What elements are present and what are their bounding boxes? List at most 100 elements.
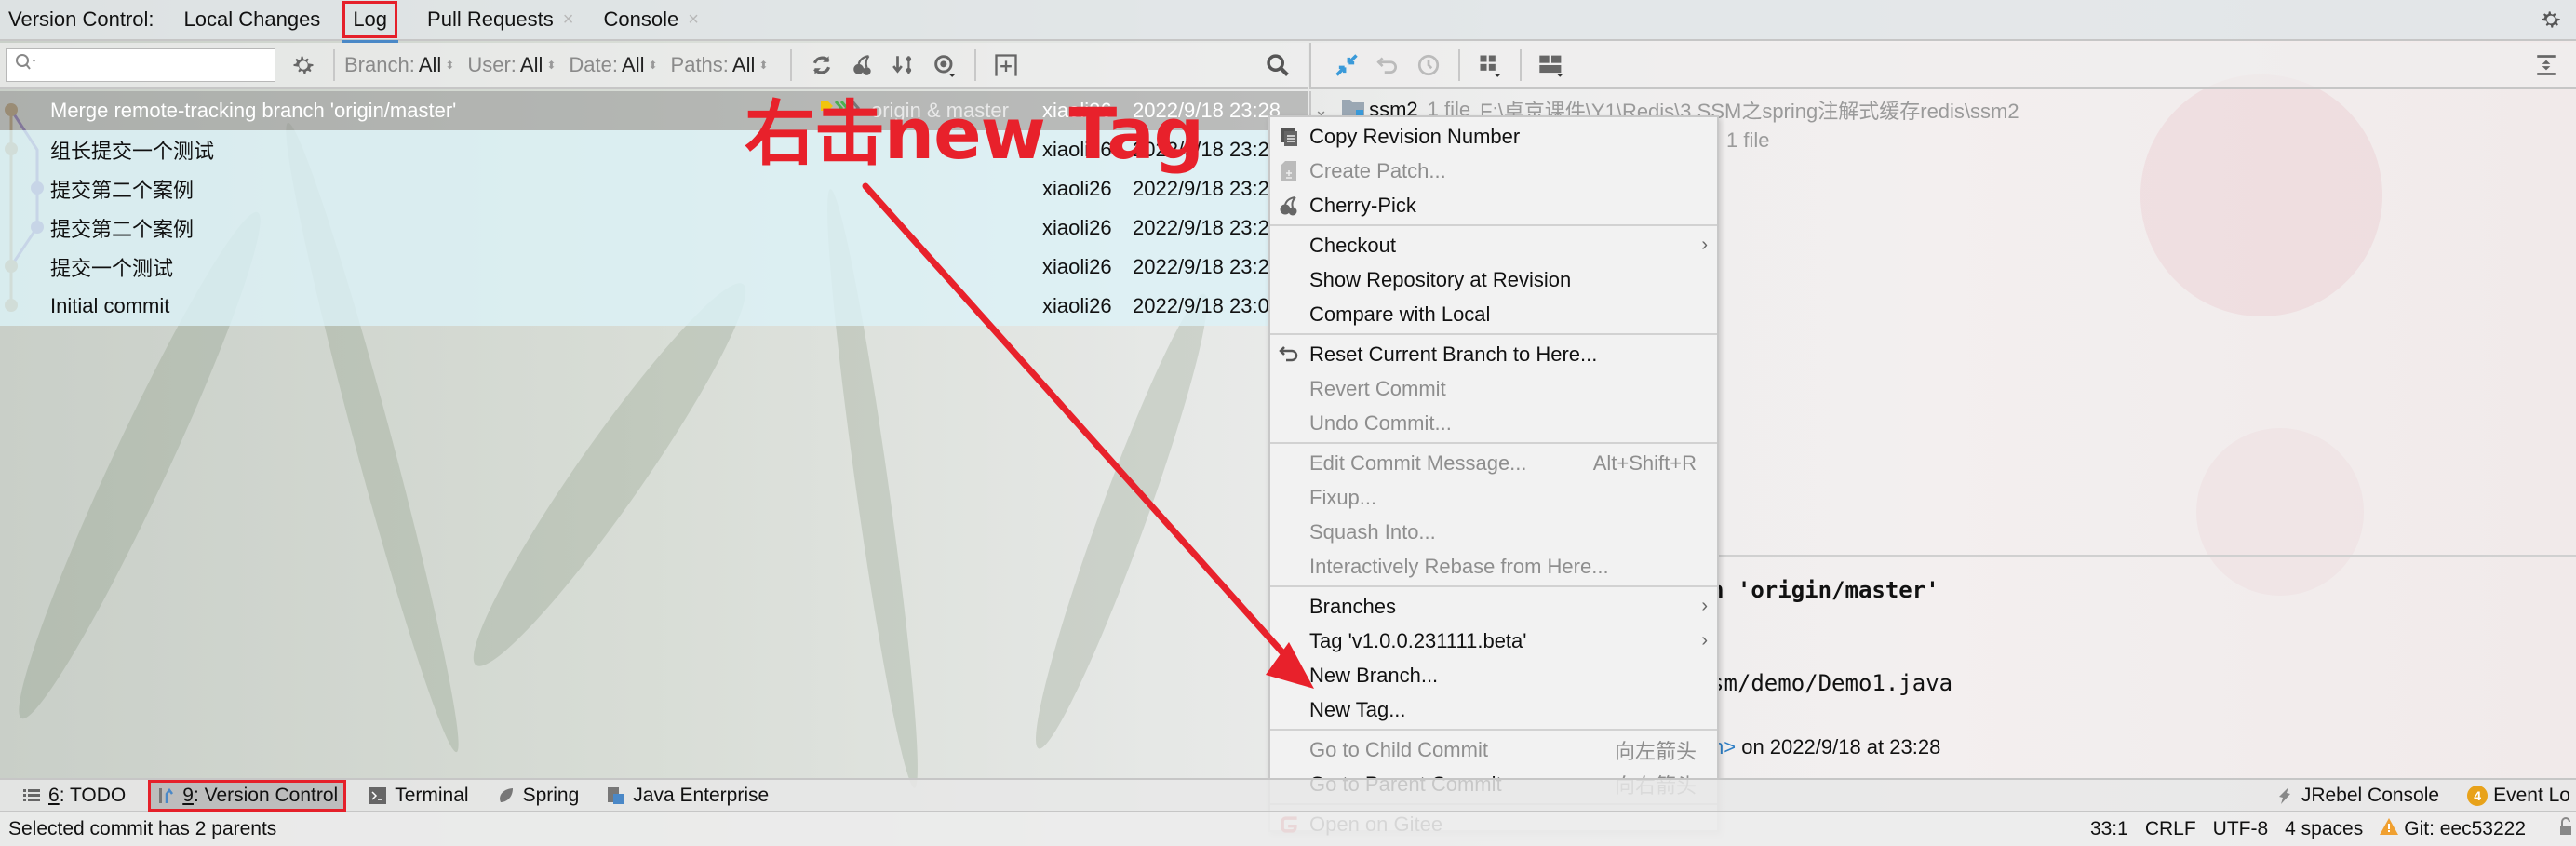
- menu-item-label: Fixup...: [1309, 485, 1377, 509]
- mnemonic: 9: [182, 784, 194, 806]
- branch-filter[interactable]: Branch: All ⬍: [344, 53, 454, 77]
- commit-message: 提交一个测试: [50, 257, 174, 280]
- menu-item-interactively-rebase[interactable]: Interactively Rebase from Here...: [1270, 549, 1717, 584]
- filter-label: Date:: [569, 53, 619, 76]
- patch-icon: [1278, 160, 1300, 182]
- tab-local-changes[interactable]: Local Changes: [184, 7, 321, 32]
- search-icon[interactable]: [1263, 50, 1293, 80]
- annotation-label: 右击new Tag: [745, 92, 1204, 175]
- tab-pull-requests[interactable]: Pull Requests ×: [427, 7, 573, 32]
- tool-button-java-enterprise[interactable]: Java Enterprise: [601, 783, 774, 809]
- commit-row[interactable]: 提交第二个案例 xiaoli26 2022/9/18 23:28: [0, 208, 1308, 248]
- tree-node-count: 1 file: [1726, 128, 1770, 152]
- tool-button-todo[interactable]: 6 : TODO: [17, 783, 131, 809]
- menu-item-create-patch[interactable]: Create Patch...: [1270, 154, 1717, 188]
- commit-date: 2022/9/18 23:28: [1133, 216, 1281, 239]
- menu-item-go-to-child-commit[interactable]: Go to Child Commit 向左箭头: [1270, 732, 1717, 767]
- filter-value: All: [622, 53, 645, 76]
- menu-item-label: New Branch...: [1309, 663, 1439, 687]
- commit-message: Merge remote-tracking branch 'origin/mas…: [50, 99, 457, 122]
- layout-icon[interactable]: [1536, 50, 1566, 80]
- submenu-arrow-icon: ›: [1701, 630, 1708, 651]
- commit-author: xiaoli26: [1042, 294, 1112, 317]
- sort-icon[interactable]: [889, 50, 919, 80]
- close-icon[interactable]: ×: [688, 9, 699, 31]
- tool-button-label: Event Lo: [2493, 784, 2570, 806]
- menu-item-squash-into[interactable]: Squash Into...: [1270, 515, 1717, 549]
- open-new-tab-icon[interactable]: [991, 50, 1021, 80]
- tool-button-event-log[interactable]: 4 Event Lo: [2462, 783, 2576, 809]
- paths-filter[interactable]: Paths: All ⬍: [671, 53, 769, 77]
- log-search-input[interactable]: [6, 48, 275, 82]
- revert-icon[interactable]: [1373, 50, 1402, 80]
- commit-author: xiaoli26: [1042, 177, 1112, 200]
- line-separator[interactable]: CRLF: [2145, 818, 2196, 840]
- indent-setting[interactable]: 4 spaces: [2285, 818, 2363, 840]
- settings-gear-icon[interactable]: [288, 50, 318, 80]
- tool-button-version-control[interactable]: 9 : Version Control: [148, 779, 347, 812]
- date-filter[interactable]: Date: All ⬍: [569, 53, 657, 77]
- menu-item-compare-with-local[interactable]: Compare with Local: [1270, 297, 1717, 331]
- status-bar: Selected commit has 2 parents 33:1 CRLF …: [0, 812, 2576, 846]
- spinner-icon: ⬍: [445, 59, 455, 72]
- menu-item-shortcut: Alt+Shift+R: [1592, 450, 1697, 475]
- tool-button-spring[interactable]: Spring: [491, 783, 585, 809]
- lock-icon[interactable]: [2559, 817, 2572, 841]
- menu-item-label: Undo Commit...: [1309, 410, 1452, 435]
- undo-icon: [1278, 343, 1300, 366]
- menu-item-new-tag[interactable]: New Tag...: [1270, 692, 1717, 727]
- tool-button-label: : Version Control: [193, 784, 339, 806]
- tool-button-jrebel-console[interactable]: JRebel Console: [2270, 783, 2445, 809]
- menu-item-revert-commit[interactable]: Revert Commit: [1270, 371, 1717, 406]
- menu-item-label: Squash Into...: [1309, 519, 1436, 544]
- tool-button-terminal[interactable]: Terminal: [363, 783, 474, 809]
- tab-log[interactable]: Log: [342, 1, 398, 43]
- tab-console[interactable]: Console ×: [603, 7, 698, 32]
- history-icon[interactable]: [1414, 50, 1443, 80]
- cherry-pick-icon[interactable]: [848, 50, 878, 80]
- commit-row[interactable]: 提交一个测试 xiaoli26 2022/9/18 23:28: [0, 248, 1308, 287]
- details-divider: [1717, 555, 2576, 557]
- close-icon[interactable]: ×: [563, 9, 574, 31]
- tool-strip-right: JRebel Console 4 Event Lo: [2253, 780, 2576, 811]
- menu-item-cherry-pick[interactable]: Cherry-Pick: [1270, 188, 1717, 222]
- menu-item-label: New Tag...: [1309, 697, 1406, 721]
- menu-item-copy-revision-number[interactable]: Copy Revision Number: [1270, 119, 1717, 154]
- menu-item-edit-commit-message[interactable]: Edit Commit Message... Alt+Shift+R: [1270, 446, 1717, 480]
- refresh-icon[interactable]: [807, 50, 837, 80]
- menu-item-fixup[interactable]: Fixup...: [1270, 480, 1717, 515]
- menu-item-show-repository-at-revision[interactable]: Show Repository at Revision: [1270, 262, 1717, 297]
- eye-icon[interactable]: [930, 50, 959, 80]
- menu-item-tag-submenu[interactable]: Tag 'v1.0.0.231111.beta' ›: [1270, 624, 1717, 658]
- commit-row[interactable]: 提交第二个案例 xiaoli26 2022/9/18 23:28: [0, 169, 1308, 208]
- expand-collapse-icon[interactable]: [2531, 50, 2561, 80]
- commit-row[interactable]: Initial commit xiaoli26 2022/9/18 23:0: [0, 287, 1308, 326]
- filter-label: Paths:: [670, 53, 729, 76]
- event-count-badge: 4: [2467, 785, 2489, 806]
- menu-item-undo-commit[interactable]: Undo Commit...: [1270, 406, 1717, 440]
- git-branch-widget[interactable]: Git: eec53222: [2380, 818, 2542, 840]
- mnemonic: 6: [48, 784, 60, 806]
- user-filter[interactable]: User: All ⬍: [467, 53, 556, 77]
- tool-button-label: : TODO: [59, 784, 127, 806]
- filter-value: All: [418, 53, 442, 76]
- toolbar-separator: [1520, 49, 1522, 81]
- gear-icon[interactable]: [2539, 7, 2563, 32]
- group-by-icon[interactable]: [1475, 50, 1505, 80]
- menu-item-new-branch[interactable]: New Branch...: [1270, 658, 1717, 692]
- file-encoding[interactable]: UTF-8: [2213, 818, 2269, 840]
- caret-position[interactable]: 33:1: [2090, 818, 2128, 840]
- collapse-arrows-icon[interactable]: [1332, 50, 1362, 80]
- menu-item-checkout[interactable]: Checkout ›: [1270, 228, 1717, 262]
- spinner-icon: ⬍: [648, 59, 658, 72]
- menu-item-branches[interactable]: Branches ›: [1270, 589, 1717, 624]
- menu-separator: [1270, 333, 1717, 335]
- menu-item-label: Checkout: [1309, 233, 1396, 257]
- menu-item-label: Create Patch...: [1309, 158, 1446, 182]
- menu-item-label: Interactively Rebase from Here...: [1309, 554, 1609, 578]
- spinner-icon: ⬍: [546, 59, 557, 72]
- submenu-arrow-icon: ›: [1701, 596, 1708, 616]
- commit-date: 2022/9/18 23:28: [1133, 255, 1281, 278]
- menu-item-reset-current-branch[interactable]: Reset Current Branch to Here...: [1270, 337, 1717, 371]
- tool-window-strip: 6 : TODO 9 : Version Control Terminal Sp…: [0, 778, 2576, 812]
